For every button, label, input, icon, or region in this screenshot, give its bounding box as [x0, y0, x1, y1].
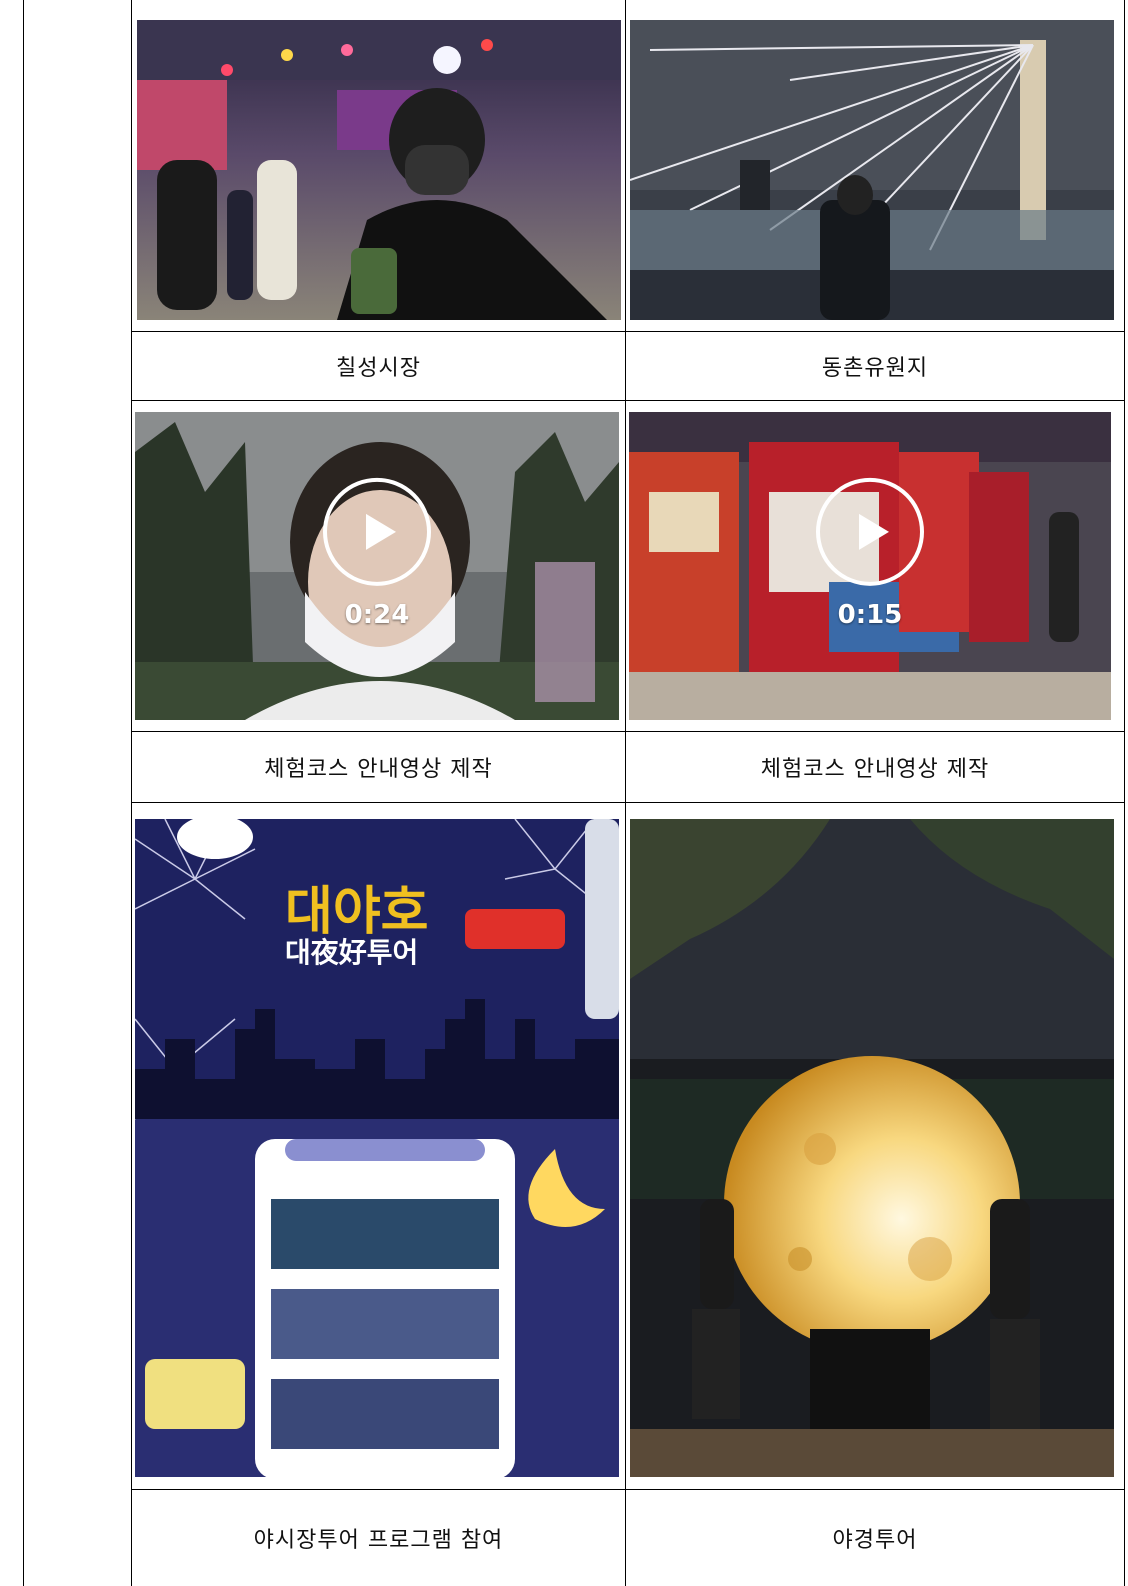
night-tour-poster: 대야호 대夜好투어 — [135, 819, 619, 1477]
left-label-column — [24, 0, 132, 1586]
caption-chilseong: 칠성시장 — [132, 332, 626, 400]
photo-cell-chilseong — [132, 0, 626, 331]
caption-video-2: 체험코스 안내영상 제작 — [626, 732, 1125, 802]
market-night-photo — [137, 20, 621, 320]
caption-row-3: 야시장투어 프로그램 참여 야경투어 — [132, 1490, 1125, 1586]
caption-night-market: 야시장투어 프로그램 참여 — [132, 1490, 626, 1586]
moon-cell — [626, 803, 1125, 1489]
video-play-overlay-2[interactable]: 0:15 — [816, 477, 924, 630]
document-page: 칠성시장 동촌유원지 0:24 0:15 체험코스 안내영상 제작 체험코스 안… — [23, 0, 1126, 1586]
moon-sculpture-photo — [630, 819, 1114, 1477]
caption-dongchon: 동촌유원지 — [626, 332, 1125, 400]
photo-cell-dongchon — [626, 0, 1125, 331]
video-play-overlay-1[interactable]: 0:24 — [323, 477, 431, 630]
poster-cell: 대야호 대夜好투어 — [132, 803, 626, 1489]
play-icon[interactable] — [323, 477, 431, 586]
caption-night-view: 야경투어 — [626, 1490, 1125, 1586]
video-cell-1: 0:24 — [132, 401, 626, 731]
video-duration-1: 0:24 — [344, 599, 410, 630]
video-thumbnail-2[interactable]: 0:15 — [629, 412, 1111, 720]
video-cell-2: 0:15 — [626, 401, 1125, 731]
caption-video-1: 체험코스 안내영상 제작 — [132, 732, 626, 802]
video-thumbnail-1[interactable]: 0:24 — [135, 412, 619, 720]
video-row: 0:24 0:15 — [132, 401, 1125, 731]
poster-subtitle: 대夜好투어 — [285, 936, 419, 969]
photo-row-1 — [132, 0, 1125, 331]
caption-row-2: 체험코스 안내영상 제작 체험코스 안내영상 제작 — [132, 732, 1125, 802]
video-duration-2: 0:15 — [837, 599, 903, 630]
photo-row-2: 대야호 대夜好투어 — [132, 803, 1125, 1489]
bridge-night-photo — [630, 20, 1114, 320]
caption-row-1: 칠성시장 동촌유원지 — [132, 332, 1125, 400]
play-icon[interactable] — [816, 477, 924, 586]
